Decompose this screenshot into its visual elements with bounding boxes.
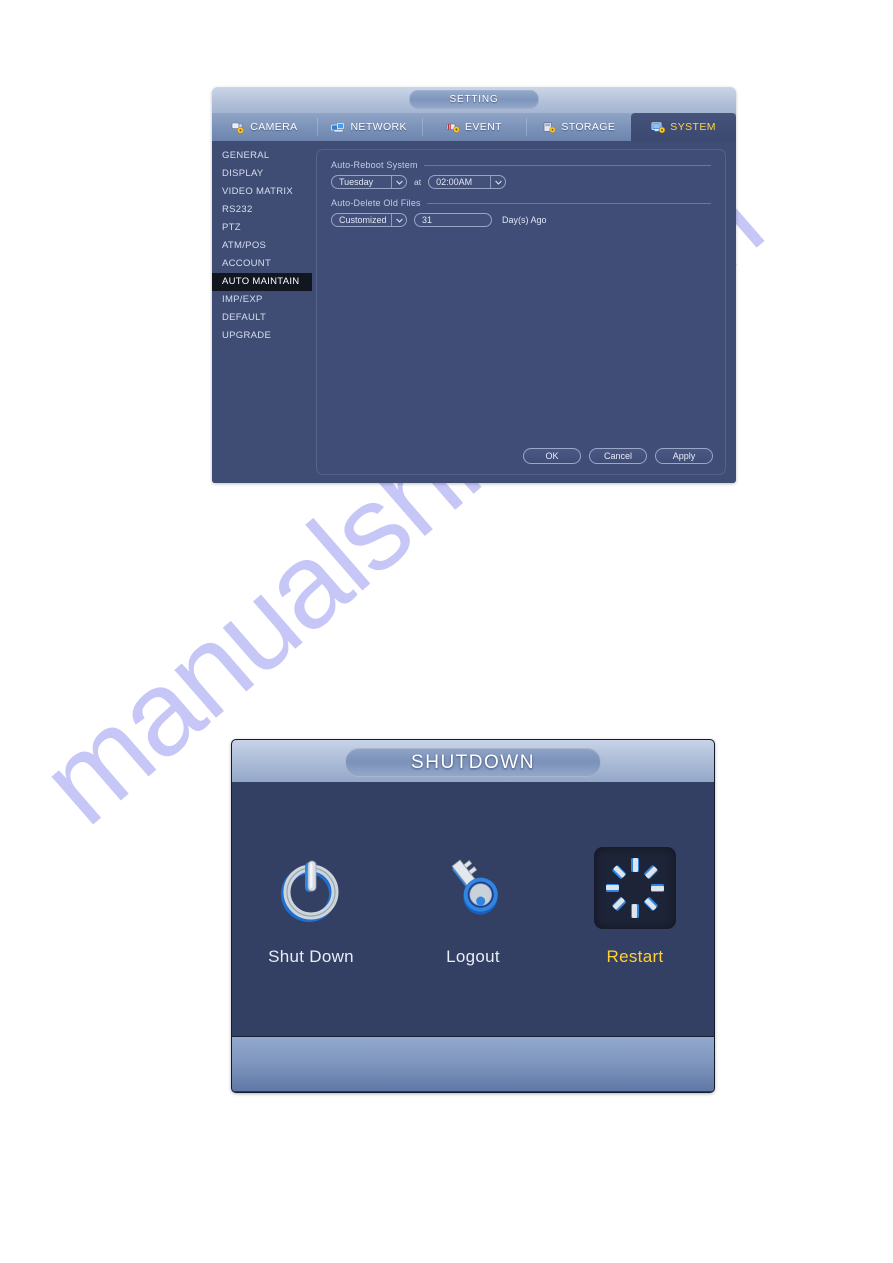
key-icon-wrap <box>432 847 514 929</box>
auto-delete-group-label: Auto-Delete Old Files <box>331 198 421 208</box>
tab-storage[interactable]: STORAGE <box>526 113 631 141</box>
restart-icon-wrap <box>594 847 676 929</box>
camera-icon <box>231 121 246 134</box>
setting-window: SETTING CAMERA NETWORK EVENT STORAGE SYS… <box>212 87 736 483</box>
tab-camera-label: CAMERA <box>250 121 298 133</box>
auto-maintain-panel: Auto-Reboot System Tuesday at 02:00AM Au… <box>316 149 726 475</box>
sidebar-item-atm-pos[interactable]: ATM/POS <box>212 237 312 255</box>
key-icon <box>451 859 498 915</box>
shutdown-option-logout-label: Logout <box>446 947 500 966</box>
shutdown-window-footer <box>232 1036 714 1091</box>
power-icon-wrap <box>270 847 352 929</box>
group-divider <box>423 164 711 166</box>
tab-event-label: EVENT <box>464 121 502 133</box>
shutdown-titlebar: SHUTDOWN <box>232 740 714 782</box>
tab-network-label: NETWORK <box>350 121 407 133</box>
sidebar-item-imp-exp[interactable]: IMP/EXP <box>212 291 312 309</box>
reboot-day-value: Tuesday <box>339 177 374 187</box>
chevron-down-icon[interactable] <box>490 176 505 188</box>
ok-button[interactable]: OK <box>523 448 581 464</box>
shutdown-options: Shut Down Logout Restart <box>232 782 714 1036</box>
setting-window-title: SETTING <box>409 90 539 109</box>
shutdown-option-restart-label: Restart <box>606 947 664 966</box>
sidebar-item-default[interactable]: DEFAULT <box>212 309 312 327</box>
reboot-day-select[interactable]: Tuesday <box>331 175 407 189</box>
sidebar-item-rs232[interactable]: RS232 <box>212 201 312 219</box>
tab-system-label: SYSTEM <box>670 121 716 133</box>
shutdown-window: SHUTDOWN Shut Down Logout Restart <box>231 739 715 1093</box>
sidebar-item-ptz[interactable]: PTZ <box>212 219 312 237</box>
sidebar-item-general[interactable]: GENERAL <box>212 147 312 165</box>
setting-content-area: Auto-Reboot System Tuesday at 02:00AM Au… <box>312 141 736 483</box>
shutdown-option-shut-down-label: Shut Down <box>268 947 354 966</box>
sidebar-item-video-matrix[interactable]: VIDEO MATRIX <box>212 183 312 201</box>
auto-reboot-group-label: Auto-Reboot System <box>331 160 418 170</box>
delete-mode-select[interactable]: Customized <box>331 213 407 227</box>
shutdown-option-restart[interactable]: Restart <box>583 847 687 967</box>
power-icon <box>281 860 339 922</box>
tab-network[interactable]: NETWORK <box>316 113 422 141</box>
delete-mode-value: Customized <box>339 215 387 225</box>
setting-sidebar: GENERAL DISPLAY VIDEO MATRIX RS232 PTZ A… <box>212 141 312 483</box>
setting-body: GENERAL DISPLAY VIDEO MATRIX RS232 PTZ A… <box>212 141 736 483</box>
cancel-button[interactable]: Cancel <box>589 448 647 464</box>
sidebar-item-auto-maintain[interactable]: AUTO MAINTAIN <box>212 273 312 291</box>
tab-storage-label: STORAGE <box>561 121 616 133</box>
delete-days-unit-label: Day(s) Ago <box>502 215 547 225</box>
shutdown-option-logout[interactable]: Logout <box>421 847 525 967</box>
tab-system[interactable]: SYSTEM <box>631 113 736 141</box>
group-divider <box>426 202 711 204</box>
shutdown-window-title: SHUTDOWN <box>345 748 601 777</box>
tab-event[interactable]: EVENT <box>421 113 527 141</box>
apply-button[interactable]: Apply <box>655 448 713 464</box>
tab-camera[interactable]: CAMERA <box>212 113 317 141</box>
sidebar-item-display[interactable]: DISPLAY <box>212 165 312 183</box>
sidebar-item-account[interactable]: ACCOUNT <box>212 255 312 273</box>
dialog-button-row: OK Cancel Apply <box>523 448 713 464</box>
system-icon <box>651 121 666 134</box>
setting-titlebar: SETTING <box>212 87 736 113</box>
setting-tab-bar: CAMERA NETWORK EVENT STORAGE SYSTEM <box>212 113 736 141</box>
reboot-at-label: at <box>414 177 422 187</box>
auto-delete-row: Customized 31 Day(s) Ago <box>331 213 711 227</box>
reboot-time-select[interactable]: 02:00AM <box>428 175 507 189</box>
chevron-down-icon[interactable] <box>391 176 406 188</box>
reboot-time-value: 02:00AM <box>436 177 473 187</box>
auto-reboot-group: Auto-Reboot System <box>331 160 711 170</box>
sidebar-item-upgrade[interactable]: UPGRADE <box>212 327 312 345</box>
network-icon <box>331 121 346 134</box>
chevron-down-icon[interactable] <box>391 214 406 226</box>
event-icon <box>446 121 461 134</box>
restart-icon <box>606 858 664 918</box>
storage-icon <box>542 121 557 134</box>
delete-days-input[interactable]: 31 <box>414 213 492 227</box>
auto-delete-group: Auto-Delete Old Files <box>331 198 711 208</box>
auto-reboot-row: Tuesday at 02:00AM <box>331 175 711 189</box>
shutdown-option-shut-down[interactable]: Shut Down <box>259 847 363 967</box>
